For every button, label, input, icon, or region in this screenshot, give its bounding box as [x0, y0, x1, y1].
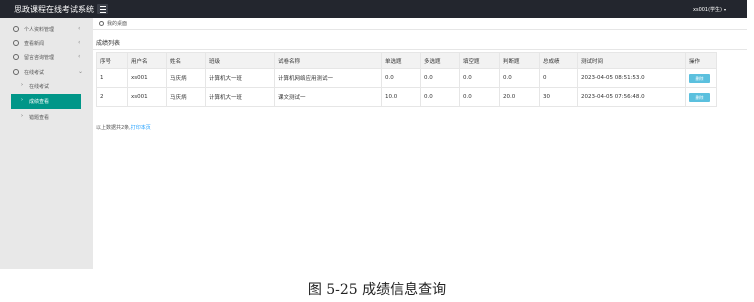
sidebar-subitem-label: 错题查看 [29, 115, 50, 121]
user-icon [13, 69, 19, 75]
sidebar-item-news[interactable]: 查看新闻 ‹ [0, 36, 93, 51]
table-cell: 30 [539, 87, 578, 107]
chevron-right-icon: › [21, 113, 23, 119]
column-header: 试卷名称 [274, 52, 382, 69]
table-cell: 1 [96, 68, 128, 88]
table-cell: 计算机大一班 [205, 68, 275, 88]
divider [93, 49, 747, 50]
table-summary: 以上数据共2条,打印本页 [96, 124, 151, 131]
table-cell: 课文测试一 [274, 87, 382, 107]
hamburger-line [99, 9, 106, 10]
sidebar-item-online-exam[interactable]: 在线考试 ⌄ [0, 65, 93, 80]
table-cell: 0.0 [459, 68, 500, 88]
table-cell: 马庆炳 [166, 87, 206, 107]
table-cell: 计算机网络应用测试一 [274, 68, 382, 88]
breadcrumb: 我的桌面 [93, 18, 747, 30]
chevron-right-icon: › [21, 82, 23, 88]
sidebar-subitem-label: 成绩查看 [29, 99, 50, 105]
chevron-down-icon: ▾ [724, 7, 727, 12]
figure-caption: 图 5-25 成绩信息查询 [307, 282, 447, 298]
chevron-left-icon: ‹ [78, 25, 81, 32]
delete-button[interactable]: 删除 [689, 73, 710, 83]
table-cell: 0.0 [420, 87, 460, 107]
panel-title: 成绩列表 [96, 40, 121, 47]
column-header: 总成绩 [539, 52, 578, 69]
app-title: 思政课程在线考试系统 [14, 5, 94, 14]
sidebar-item-label: 个人资料管理 [24, 27, 55, 33]
sidebar-item-label: 留言咨询管理 [24, 55, 55, 61]
table-row: 1 xs001 马庆炳 计算机大一班 计算机网络应用测试一 0.0 0.0 0.… [96, 68, 717, 88]
column-header: 测试时间 [577, 52, 686, 69]
sidebar-item-label: 查看新闻 [24, 41, 45, 47]
column-header: 判断题 [499, 52, 540, 69]
table-cell-action: 删除 [685, 68, 717, 88]
table-cell: 0 [539, 68, 578, 88]
user-label: xs001(学生) [693, 7, 723, 13]
column-header: 操作 [685, 52, 717, 69]
table-header-row: 序号 用户名 姓名 班级 试卷名称 单选题 多选题 填空题 判断题 总成绩 测试… [96, 52, 717, 69]
chevron-right-icon: › [21, 97, 23, 103]
table-cell: 0.0 [499, 68, 540, 88]
column-header: 单选题 [381, 52, 421, 69]
table-row: 2 xs001 马庆炳 计算机大一班 课文测试一 10.0 0.0 0.0 20… [96, 87, 717, 107]
user-menu[interactable]: xs001(学生) ▾ [693, 6, 726, 13]
table-cell: 0.0 [420, 68, 460, 88]
table-cell: 2023-04-05 07:56:48.0 [577, 87, 686, 107]
home-icon [99, 21, 104, 26]
sidebar-item-profile[interactable]: 个人资料管理 ‹ [0, 22, 93, 37]
sidebar-subitem-label: 在线考试 [29, 84, 50, 90]
column-header: 姓名 [166, 52, 206, 69]
print-page-link[interactable]: 打印本页 [131, 125, 151, 131]
table-cell: 2023-04-05 08:51:53.0 [577, 68, 686, 88]
delete-button[interactable]: 删除 [689, 92, 710, 102]
user-icon [13, 26, 19, 32]
sidebar-subitem-scores[interactable]: › 成绩查看 [11, 94, 81, 109]
chevron-left-icon: ‹ [78, 53, 81, 60]
chevron-down-icon: ⌄ [78, 68, 84, 75]
table-cell: 20.0 [499, 87, 540, 107]
tab-my-desktop[interactable]: 我的桌面 [107, 20, 127, 27]
sidebar-subitem-take-exam[interactable]: › 在线考试 [0, 79, 93, 94]
user-icon [13, 54, 19, 60]
sidebar: 个人资料管理 ‹ 查看新闻 ‹ 留言咨询管理 ‹ 在线考试 ⌄ › 在线考试 ›… [0, 18, 93, 269]
summary-text: 以上数据共2条, [96, 125, 131, 131]
table-cell: xs001 [127, 68, 167, 88]
table-cell: 2 [96, 87, 128, 107]
table-cell-action: 删除 [685, 87, 717, 107]
scores-table: 序号 用户名 姓名 班级 试卷名称 单选题 多选题 填空题 判断题 总成绩 测试… [96, 52, 717, 107]
chevron-left-icon: ‹ [78, 39, 81, 46]
top-navbar: 思政课程在线考试系统 xs001(学生) ▾ [0, 0, 747, 18]
sidebar-subitem-wrong-questions[interactable]: › 错题查看 [0, 110, 93, 125]
column-header: 用户名 [127, 52, 167, 69]
column-header: 班级 [205, 52, 275, 69]
column-header: 多选题 [420, 52, 460, 69]
table-cell: 马庆炳 [166, 68, 206, 88]
column-header: 序号 [96, 52, 128, 69]
table-cell: 0.0 [459, 87, 500, 107]
hamburger-line [99, 6, 106, 7]
column-header: 填空题 [459, 52, 500, 69]
sidebar-item-messages[interactable]: 留言咨询管理 ‹ [0, 50, 93, 65]
table-cell: 10.0 [381, 87, 421, 107]
table-cell: xs001 [127, 87, 167, 107]
table-cell: 计算机大一班 [205, 87, 275, 107]
hamburger-line [99, 12, 106, 13]
user-icon [13, 40, 19, 46]
table-cell: 0.0 [381, 68, 421, 88]
sidebar-item-label: 在线考试 [24, 70, 45, 76]
hamburger-icon[interactable] [97, 4, 108, 14]
